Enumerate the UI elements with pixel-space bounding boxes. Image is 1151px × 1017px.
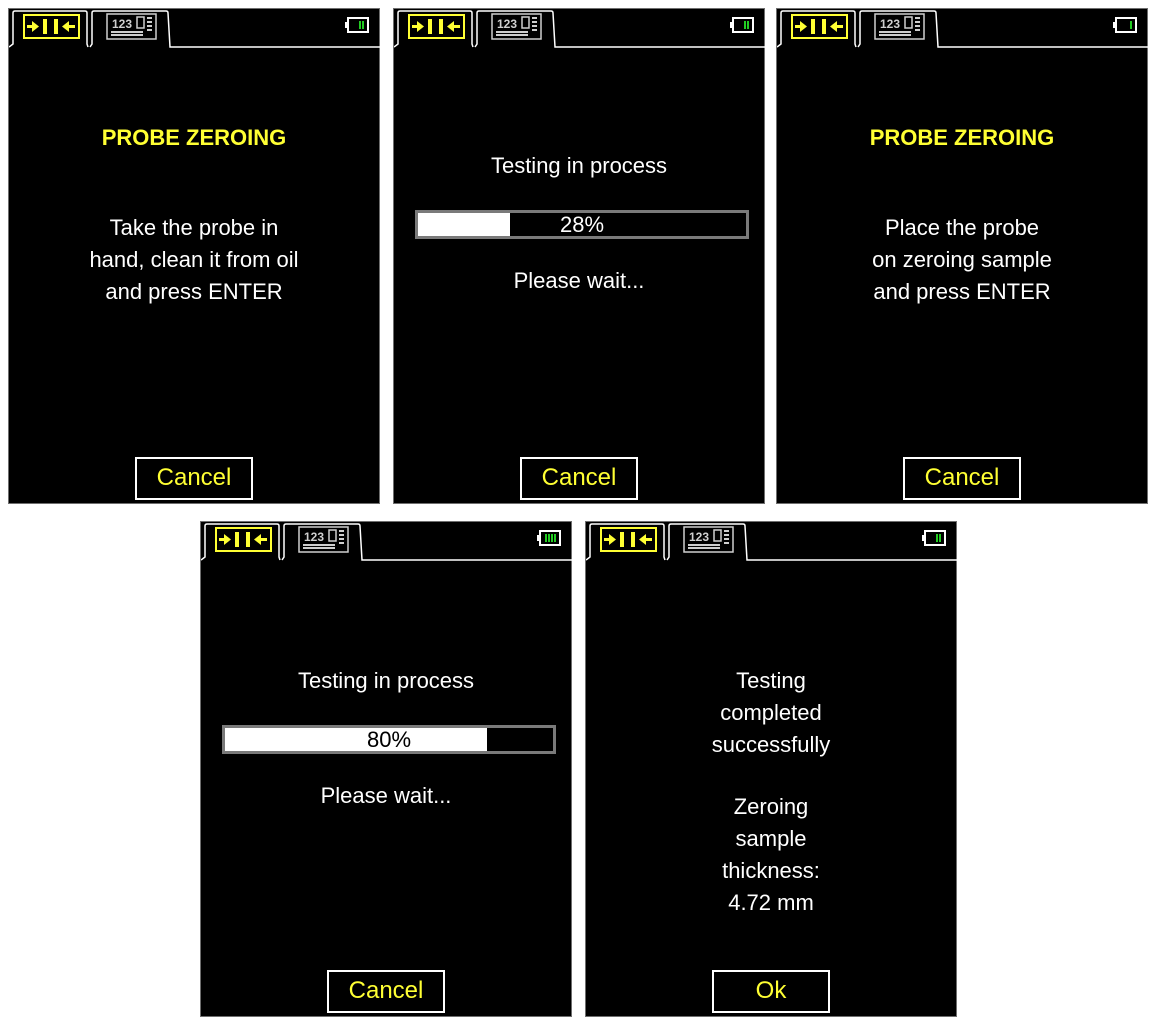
progress-percent: 80% [366,727,412,752]
numeric-display-icon[interactable]: 123 [298,526,349,553]
battery-icon [922,530,946,546]
screen-title: PROBE ZEROING [101,125,287,150]
thickness-line: Zeroing [733,794,809,819]
wait-text: Please wait... [320,783,452,808]
instruction-line: Place the probe [884,215,1040,240]
tab-bar: 123 [586,522,958,562]
screen-testing-progress-28: 123 Testing in process 28% Please wait..… [393,8,766,504]
screen-testing-complete: 123 Testing completed successfully Zeroi… [585,521,958,1017]
status-text: Testing in process [490,153,668,178]
thickness-line: sample [735,826,807,851]
progress-percent: 28% [559,212,605,237]
wait-text: Please wait... [513,268,645,293]
thickness-text: Zeroing sample thickness: 4.72 mm [586,791,956,919]
result-text: Testing completed successfully [586,665,956,761]
status-text: Testing in process [297,668,475,693]
instruction-line: and press ENTER [105,279,283,304]
screen-testing-progress-80: 123 Testing in process 80% Please wait..… [200,521,573,1017]
probe-zeroing-icon[interactable] [791,14,848,39]
probe-zeroing-icon[interactable] [23,14,80,39]
screen-probe-zeroing-step1: 123 PROBE ZEROING Take the probe in hand… [8,8,381,504]
numeric-display-icon[interactable]: 123 [106,13,157,40]
cancel-button[interactable]: Cancel [520,457,638,500]
tab-bar: 123 [777,9,1149,49]
instruction-line: hand, clean it from oil [89,247,299,272]
numeric-display-icon[interactable]: 123 [874,13,925,40]
battery-icon [345,17,369,33]
thickness-value: 4.72 mm [728,890,814,915]
instruction-line: and press ENTER [873,279,1051,304]
instruction-line: on zeroing sample [872,247,1052,272]
ok-button[interactable]: Ok [712,970,830,1013]
probe-zeroing-icon[interactable] [215,527,272,552]
cancel-button[interactable]: Cancel [135,457,253,500]
instruction-line: Take the probe in [109,215,279,240]
probe-zeroing-icon[interactable] [600,527,657,552]
instruction-text: Place the probe on zeroing sample and pr… [777,212,1147,308]
svg-text:123: 123 [497,17,517,31]
instruction-text: Take the probe in hand, clean it from oi… [9,212,379,308]
tab-bar: 123 [394,9,766,49]
numeric-display-icon[interactable]: 123 [683,526,734,553]
result-line: completed [720,700,822,725]
battery-icon [537,530,561,546]
numeric-display-icon[interactable]: 123 [491,13,542,40]
screen-title: PROBE ZEROING [869,125,1055,150]
thickness-line: thickness: [722,858,820,883]
battery-icon [730,17,754,33]
progress-bar: 28% [415,210,749,239]
cancel-button[interactable]: Cancel [327,970,445,1013]
svg-text:123: 123 [304,530,324,544]
probe-zeroing-icon[interactable] [408,14,465,39]
progress-bar: 80% [222,725,556,754]
cancel-button[interactable]: Cancel [903,457,1021,500]
svg-text:123: 123 [112,17,132,31]
result-line: Testing [736,668,806,693]
tab-bar: 123 [9,9,381,49]
svg-text:123: 123 [880,17,900,31]
result-line: successfully [711,732,831,757]
svg-text:123: 123 [689,530,709,544]
tab-bar: 123 [201,522,573,562]
battery-icon [1113,17,1137,33]
screen-probe-zeroing-step2: 123 PROBE ZEROING Place the probe on zer… [776,8,1149,504]
